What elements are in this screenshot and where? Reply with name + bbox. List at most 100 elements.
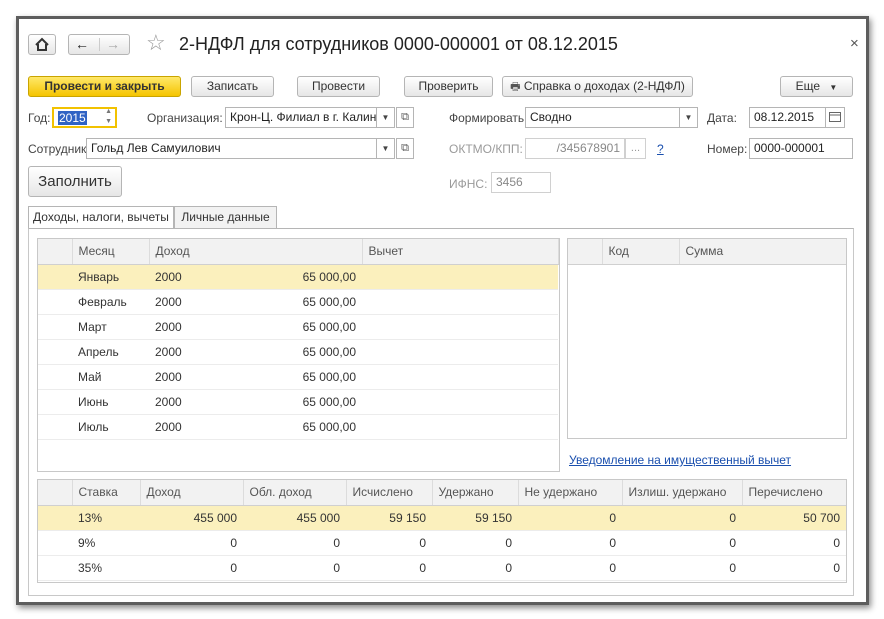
tab-income-taxes[interactable]: Доходы, налоги, вычеты (28, 206, 174, 229)
income-amount-cell: 65 000,00 (209, 389, 363, 415)
month-cell: Апрель (72, 339, 149, 365)
year-field[interactable]: 2015 ▲ ▼ (52, 107, 117, 128)
table-row[interactable]: 13% 455 000 455 000 59 150 59 150 0 0 50… (38, 505, 846, 531)
generate-dropdown[interactable]: ▼ (680, 107, 698, 128)
col-month: Месяц (72, 239, 150, 265)
income-code-cell: 2000 (149, 264, 209, 290)
date-field[interactable]: 08.12.2015 (749, 107, 826, 128)
table-row[interactable]: 9% 0 0 0 0 0 0 0 (38, 530, 846, 556)
history-nav: ← → (68, 34, 130, 55)
col-over-withheld: Излиш. удержано (622, 480, 743, 506)
organization-dropdown[interactable]: ▼ (377, 107, 395, 128)
fill-button[interactable]: Заполнить (28, 166, 122, 197)
post-button[interactable]: Провести (297, 76, 380, 97)
withheld-cell: 0 (432, 530, 518, 556)
oktmo-field: /345678901 (525, 138, 625, 159)
summary-table-container: Ставка Доход Обл. доход Исчислено Удержа… (37, 479, 847, 583)
income-cell: 0 (140, 555, 243, 581)
organization-label: Организация: (147, 111, 223, 125)
income-cell: 455 000 (140, 505, 243, 531)
table-row[interactable]: Февраль 2000 65 000,00 (38, 289, 559, 315)
transferred-cell: 0 (742, 530, 846, 556)
income-report-button[interactable]: 🖶 Справка о доходах (2-НДФЛ) (502, 76, 693, 97)
oktmo-select-button: ... (625, 138, 646, 159)
employee-open-button[interactable]: ⧉ (396, 138, 414, 159)
table-row[interactable]: Июль 2000 65 000,00 (38, 414, 559, 440)
deduction-table-container: Код Сумма (567, 238, 847, 439)
year-stepper-icon[interactable]: ▲ ▼ (105, 109, 112, 126)
back-arrow-icon[interactable]: ← (75, 35, 89, 54)
transferred-cell: 50 700 (742, 505, 846, 531)
withheld-cell: 0 (432, 555, 518, 581)
dropdown-arrow-icon: ▼ (829, 83, 838, 92)
income-table-container: Месяц Доход Вычет Январь 2000 65 000,00 … (37, 238, 560, 472)
income-amount-cell: 65 000,00 (209, 314, 363, 340)
income-code-cell: 2000 (149, 339, 209, 365)
col-calculated: Исчислено (346, 480, 433, 506)
more-button[interactable]: Еще ▼ (780, 76, 853, 97)
table-row[interactable]: Июнь 2000 65 000,00 (38, 389, 559, 415)
home-button[interactable] (28, 34, 56, 55)
ifns-label: ИФНС: (449, 177, 488, 191)
calendar-button[interactable] (825, 107, 845, 128)
col-deduction: Вычет (362, 239, 559, 265)
over-withheld-cell: 0 (622, 505, 742, 531)
income-amount-cell: 65 000,00 (209, 339, 363, 365)
col-taxable-income: Обл. доход (243, 480, 347, 506)
deduction-table: Код Сумма (568, 239, 846, 265)
table-row[interactable]: Май 2000 65 000,00 (38, 364, 559, 390)
favorite-star-icon[interactable]: ☆ (146, 30, 166, 56)
number-field[interactable]: 0000-000001 (749, 138, 853, 159)
taxable-income-cell: 455 000 (243, 505, 346, 531)
taxable-income-cell: 0 (243, 555, 346, 581)
income-table: Месяц Доход Вычет Январь 2000 65 000,00 … (38, 239, 559, 440)
employee-label: Сотрудник: (28, 142, 90, 156)
summary-table: Ставка Доход Обл. доход Исчислено Удержа… (38, 480, 846, 581)
income-amount-cell: 65 000,00 (209, 364, 363, 390)
organization-open-button[interactable]: ⧉ (396, 107, 414, 128)
window-title: 2-НДФЛ для сотрудников 0000-000001 от 08… (179, 34, 618, 54)
close-icon[interactable]: × (850, 35, 859, 52)
income-code-cell: 2000 (149, 314, 209, 340)
table-row[interactable]: Апрель 2000 65 000,00 (38, 339, 559, 365)
col-income: Доход (149, 239, 363, 265)
month-cell: Февраль (72, 289, 149, 315)
more-label: Еще (795, 79, 821, 93)
income-code-cell: 2000 (149, 289, 209, 315)
date-label: Дата: (707, 111, 737, 125)
employee-dropdown[interactable]: ▼ (377, 138, 395, 159)
tab-personal-data[interactable]: Личные данные (174, 206, 277, 229)
not-withheld-cell: 0 (518, 530, 622, 556)
organization-field[interactable]: Крон-Ц. Филиал в г. Калинин (225, 107, 377, 128)
income-amount-cell: 65 000,00 (209, 264, 363, 290)
generate-field[interactable]: Сводно (525, 107, 680, 128)
col-withheld: Удержано (432, 480, 519, 506)
income-cell: 0 (140, 530, 243, 556)
calculated-cell: 0 (346, 530, 432, 556)
summary-table-header: Ставка Доход Обл. доход Исчислено Удержа… (38, 480, 846, 506)
taxable-income-cell: 0 (243, 530, 346, 556)
month-cell: Март (72, 314, 149, 340)
col-rate: Ставка (72, 480, 141, 506)
income-amount-cell: 65 000,00 (209, 289, 363, 315)
table-row[interactable]: 35% 0 0 0 0 0 0 0 (38, 555, 846, 581)
forward-arrow-icon[interactable]: → (106, 35, 120, 54)
month-cell: Январь (72, 264, 149, 290)
property-deduction-link[interactable]: Уведомление на имущественный вычет (569, 453, 791, 467)
month-cell: Июнь (72, 389, 149, 415)
oktmo-help-link[interactable]: ? (657, 142, 664, 156)
col-code: Код (602, 239, 680, 265)
rate-cell: 13% (72, 505, 140, 531)
col-income: Доход (140, 480, 244, 506)
table-row[interactable]: Март 2000 65 000,00 (38, 314, 559, 340)
ifns-field: 3456 (491, 172, 551, 193)
number-label: Номер: (707, 142, 748, 156)
oktmo-label: ОКТМО/КПП: (449, 142, 523, 156)
table-row[interactable]: Январь 2000 65 000,00 (38, 264, 559, 290)
post-and-close-button[interactable]: Провести и закрыть (28, 76, 181, 97)
save-button[interactable]: Записать (191, 76, 274, 97)
printer-icon: 🖶 (510, 81, 521, 93)
check-button[interactable]: Проверить (404, 76, 493, 97)
employee-field[interactable]: Гольд Лев Самуилович (86, 138, 377, 159)
income-code-cell: 2000 (149, 414, 209, 440)
